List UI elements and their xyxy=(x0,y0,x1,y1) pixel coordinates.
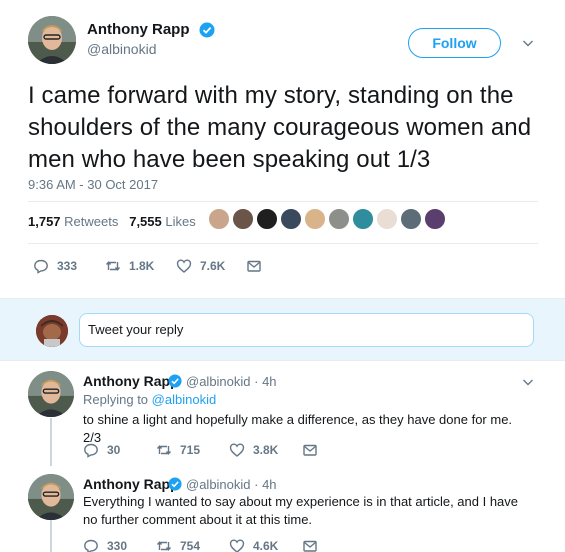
liker-avatar[interactable] xyxy=(208,208,230,230)
tweet-timestamp[interactable]: 9:36 AM - 30 Oct 2017 xyxy=(28,177,158,192)
like-action[interactable]: 4.6K xyxy=(229,538,278,552)
dm-action[interactable] xyxy=(302,442,326,458)
reply-count: 30 xyxy=(107,443,121,457)
thread-connector xyxy=(50,520,52,552)
liker-avatar[interactable] xyxy=(304,208,326,230)
liker-avatar[interactable] xyxy=(376,208,398,230)
retweet-count: 715 xyxy=(180,443,201,457)
verified-badge-icon xyxy=(199,22,215,38)
like-count: 3.8K xyxy=(253,443,279,457)
reply-text: Everything I wanted to say about my expe… xyxy=(83,494,519,527)
divider xyxy=(28,243,538,244)
likes-count[interactable]: 7,555 xyxy=(129,214,162,229)
retweets-count[interactable]: 1,757 xyxy=(28,214,61,229)
author-handle[interactable]: @albinokid xyxy=(87,41,156,57)
retweet-icon xyxy=(105,261,121,271)
envelope-icon xyxy=(303,444,317,456)
like-count: 7.6K xyxy=(200,259,226,273)
reply-action[interactable]: 30 xyxy=(83,442,120,458)
reply-author-avatar[interactable] xyxy=(28,474,74,520)
retweet-action[interactable]: 1.8K xyxy=(105,258,154,274)
tweet-text: I came forward with my story, standing o… xyxy=(28,82,532,173)
reply-handle-time[interactable]: @albinokid · 4h xyxy=(186,374,277,389)
retweet-count: 754 xyxy=(180,539,201,552)
reply-input[interactable]: Tweet your reply xyxy=(79,313,534,347)
retweet-action[interactable]: 715 xyxy=(156,442,200,458)
tweet-stats: 1,757 Retweets 7,555 Likes xyxy=(28,214,196,229)
retweet-icon xyxy=(156,445,172,455)
replying-to-link[interactable]: @albinokid xyxy=(152,392,217,407)
thread-connector xyxy=(50,418,52,466)
reply-author-avatar[interactable] xyxy=(28,371,74,417)
likes-label[interactable]: Likes xyxy=(165,214,195,229)
reply-count: 333 xyxy=(57,259,78,273)
liker-avatar[interactable] xyxy=(328,208,350,230)
follow-button[interactable]: Follow xyxy=(408,28,501,58)
reply-handle-time[interactable]: @albinokid · 4h xyxy=(186,477,277,492)
chevron-down-icon[interactable] xyxy=(522,37,534,49)
replying-to-prefix: Replying to xyxy=(83,392,149,407)
liker-avatar[interactable] xyxy=(232,208,254,230)
liker-avatar[interactable] xyxy=(256,208,278,230)
liker-avatar[interactable] xyxy=(400,208,422,230)
reply-author-name[interactable]: Anthony Rapp xyxy=(83,476,179,492)
retweet-count: 1.8K xyxy=(129,259,155,273)
liker-avatar[interactable] xyxy=(424,208,446,230)
reply-count: 330 xyxy=(107,539,128,552)
retweets-label[interactable]: Retweets xyxy=(64,214,118,229)
author-avatar[interactable] xyxy=(28,16,76,64)
divider xyxy=(28,201,538,202)
reply-icon xyxy=(34,259,48,274)
current-user-avatar xyxy=(36,315,68,347)
dm-action[interactable] xyxy=(246,258,270,274)
like-action[interactable]: 3.8K xyxy=(229,442,278,458)
reply-icon xyxy=(84,539,98,552)
envelope-icon xyxy=(247,260,261,272)
heart-icon xyxy=(176,259,192,273)
replying-to: Replying to @albinokid xyxy=(83,392,216,407)
reply-action[interactable]: 333 xyxy=(33,258,77,274)
liker-avatar[interactable] xyxy=(280,208,302,230)
reply-author-name[interactable]: Anthony Rapp xyxy=(83,373,179,389)
dm-action[interactable] xyxy=(302,538,326,552)
retweet-icon xyxy=(156,541,172,551)
like-action[interactable]: 7.6K xyxy=(176,258,225,274)
reply-icon xyxy=(84,443,98,458)
heart-icon xyxy=(229,539,245,552)
envelope-icon xyxy=(303,540,317,552)
verified-badge-icon xyxy=(168,477,182,491)
liker-avatar[interactable] xyxy=(352,208,374,230)
retweet-action[interactable]: 754 xyxy=(156,538,200,552)
author-name[interactable]: Anthony Rapp xyxy=(87,21,190,38)
reply-action[interactable]: 330 xyxy=(83,538,127,552)
chevron-down-icon[interactable] xyxy=(522,376,534,388)
heart-icon xyxy=(229,443,245,457)
verified-badge-icon xyxy=(168,374,182,388)
like-count: 4.6K xyxy=(253,539,279,552)
